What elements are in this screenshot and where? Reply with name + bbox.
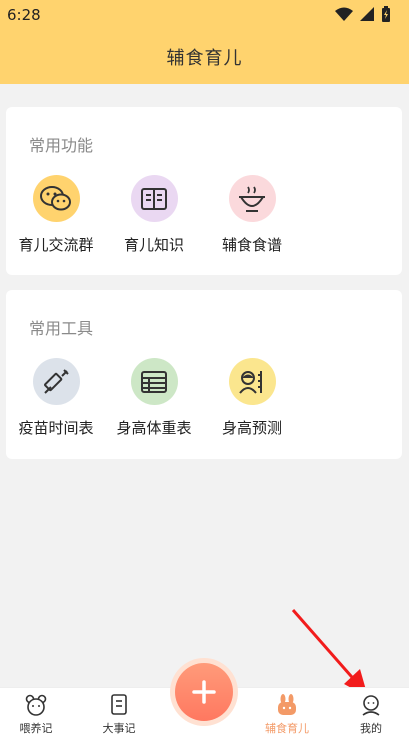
item-label: 身高体重表 xyxy=(116,419,192,437)
vaccine-schedule-item[interactable]: 疫苗时间表 xyxy=(7,358,105,438)
profile-icon xyxy=(362,695,380,716)
vaccine-icon-bg xyxy=(32,358,80,405)
tab-label: 大事记 xyxy=(102,722,136,735)
height-predict-icon xyxy=(239,370,262,394)
item-label: 身高预测 xyxy=(221,419,282,437)
section-title: 常用功能 xyxy=(29,136,94,155)
tab-label: 我的 xyxy=(360,722,382,735)
table-icon xyxy=(141,370,167,393)
chat-group-item[interactable]: 育儿交流群 xyxy=(7,175,105,255)
add-button[interactable] xyxy=(170,658,238,726)
section-title: 常用工具 xyxy=(29,319,94,338)
wifi-icon xyxy=(335,7,353,21)
height-predict-icon-bg xyxy=(228,358,276,405)
common-functions-card: 常用功能 育儿交流群 育儿知识 辅食食谱 xyxy=(6,107,402,275)
tab-milestones[interactable]: 大事记 xyxy=(84,694,154,736)
add-button-circle[interactable] xyxy=(175,663,233,721)
parenting-knowledge-item[interactable]: 育儿知识 xyxy=(105,175,203,255)
item-label: 育儿交流群 xyxy=(18,236,94,254)
status-icons xyxy=(335,6,391,22)
height-prediction-item[interactable]: 身高预测 xyxy=(203,358,301,438)
tab-label: 辅食育儿 xyxy=(265,722,309,735)
page-title: 辅食育儿 xyxy=(166,48,243,69)
syringe-icon xyxy=(44,368,69,394)
knowledge-icon-bg xyxy=(130,175,178,222)
status-bar: 6:28 xyxy=(0,0,409,30)
chat-group-icon-bg xyxy=(32,175,80,222)
height-weight-table-item[interactable]: 身高体重表 xyxy=(105,358,203,438)
header-bar: 6:28 辅食育儿 xyxy=(0,0,409,84)
common-tools-card: 常用工具 疫苗时间表 身高体重表 身高预测 xyxy=(6,290,402,459)
table-icon-bg xyxy=(130,358,178,405)
item-label: 育儿知识 xyxy=(123,236,184,254)
book-icon xyxy=(141,187,167,210)
tab-parenting[interactable]: 辅食育儿 xyxy=(252,694,322,736)
rabbit-icon xyxy=(278,694,296,715)
tab-label: 喂养记 xyxy=(19,722,53,735)
bowl-icon xyxy=(239,186,265,212)
item-label: 辅食食谱 xyxy=(221,236,282,254)
tab-feeding[interactable]: 喂养记 xyxy=(1,694,71,736)
recipes-icon-bg xyxy=(228,175,276,222)
bear-icon xyxy=(25,694,47,716)
notebook-icon xyxy=(111,694,127,715)
signal-icon xyxy=(360,7,374,21)
battery-icon xyxy=(382,6,390,22)
tab-profile[interactable]: 我的 xyxy=(336,694,406,736)
wechat-icon xyxy=(40,185,71,210)
item-label: 疫苗时间表 xyxy=(18,419,94,437)
status-time: 6:28 xyxy=(7,6,41,24)
plus-icon xyxy=(192,680,216,704)
recipes-item[interactable]: 辅食食谱 xyxy=(203,175,301,255)
